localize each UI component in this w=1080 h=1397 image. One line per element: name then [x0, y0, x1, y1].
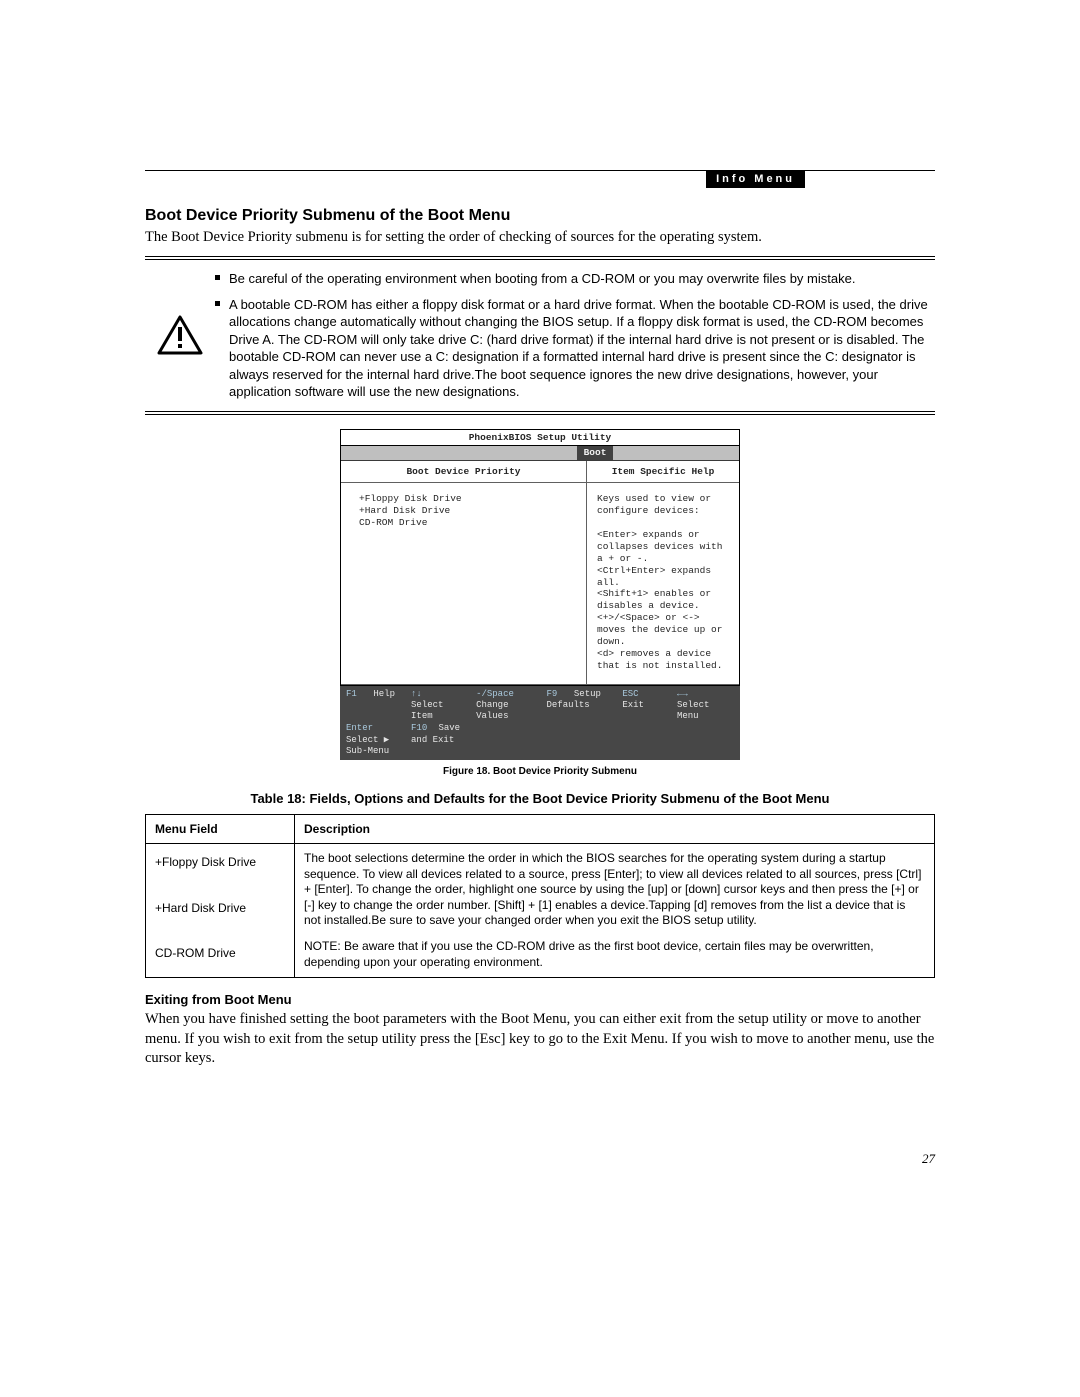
bios-title: PhoenixBIOS Setup Utility: [341, 430, 739, 446]
figure-caption: Figure 18. Boot Device Priority Submenu: [145, 766, 935, 777]
warning-list: Be careful of the operating environment …: [215, 270, 935, 401]
key-label: Change Values: [476, 700, 508, 721]
key-f9: F9: [547, 689, 569, 700]
exit-paragraph: When you have finished setting the boot …: [145, 1010, 935, 1069]
col-description: Description: [295, 815, 935, 844]
page-heading: Boot Device Priority Submenu of the Boot…: [145, 207, 935, 225]
bios-right-heading: Item Specific Help: [587, 461, 739, 484]
key-leftright: ←→: [677, 689, 699, 700]
desc-note: NOTE: Be aware that if you use the CD-RO…: [304, 939, 925, 970]
table-row: +Floppy Disk Drive +Hard Disk Drive CD-R…: [146, 844, 935, 978]
header-rule: Info Menu: [145, 170, 935, 189]
intro-text: The Boot Device Priority submenu is for …: [145, 229, 935, 246]
key-updown: ↑↓: [411, 689, 433, 700]
warning-text: Be careful of the operating environment …: [229, 271, 855, 286]
key-space: -/Space: [476, 689, 514, 700]
warning-callout: Be careful of the operating environment …: [145, 256, 935, 415]
bios-help-text: Keys used to view or configure devices: …: [587, 483, 739, 683]
bios-device-list: +Floppy Disk Drive +Hard Disk Drive CD-R…: [341, 483, 586, 559]
cell-description: The boot selections determine the order …: [295, 844, 935, 978]
key-label: Exit: [622, 700, 644, 710]
bios-screenshot: PhoenixBIOS Setup Utility Boot Boot Devi…: [340, 429, 740, 760]
bios-footer: F1 Help ↑↓ Select Item -/Space Change Va…: [340, 686, 740, 761]
warning-item: Be careful of the operating environment …: [215, 270, 935, 288]
bios-tab-row: Boot: [341, 446, 739, 461]
key-label: Help: [373, 689, 395, 699]
cell-menu-field: +Floppy Disk Drive +Hard Disk Drive CD-R…: [146, 844, 295, 978]
key-label: Select Menu: [677, 700, 709, 721]
key-enter: Enter: [346, 723, 373, 734]
bios-left-heading: Boot Device Priority: [341, 461, 586, 484]
warning-icon: [145, 270, 215, 401]
table-title: Table 18: Fields, Options and Defaults f…: [145, 791, 935, 806]
desc-main: The boot selections determine the order …: [304, 851, 925, 929]
key-esc: ESC: [622, 689, 644, 700]
document-page: Info Menu Boot Device Priority Submenu o…: [0, 0, 1080, 1397]
warning-text: A bootable CD-ROM has either a floppy di…: [229, 297, 928, 400]
key-f10: F10: [411, 723, 433, 734]
page-number: 27: [922, 1151, 935, 1167]
key-label: Select Item: [411, 700, 443, 721]
key-label: Select ▶ Sub-Menu: [346, 735, 389, 756]
exit-heading: Exiting from Boot Menu: [145, 992, 935, 1007]
col-menu-field: Menu Field: [146, 815, 295, 844]
key-f1: F1: [346, 689, 368, 700]
warning-item: A bootable CD-ROM has either a floppy di…: [215, 296, 935, 401]
bios-active-tab: Boot: [577, 446, 614, 460]
fields-table: Menu Field Description +Floppy Disk Driv…: [145, 814, 935, 978]
section-tab: Info Menu: [706, 170, 805, 188]
